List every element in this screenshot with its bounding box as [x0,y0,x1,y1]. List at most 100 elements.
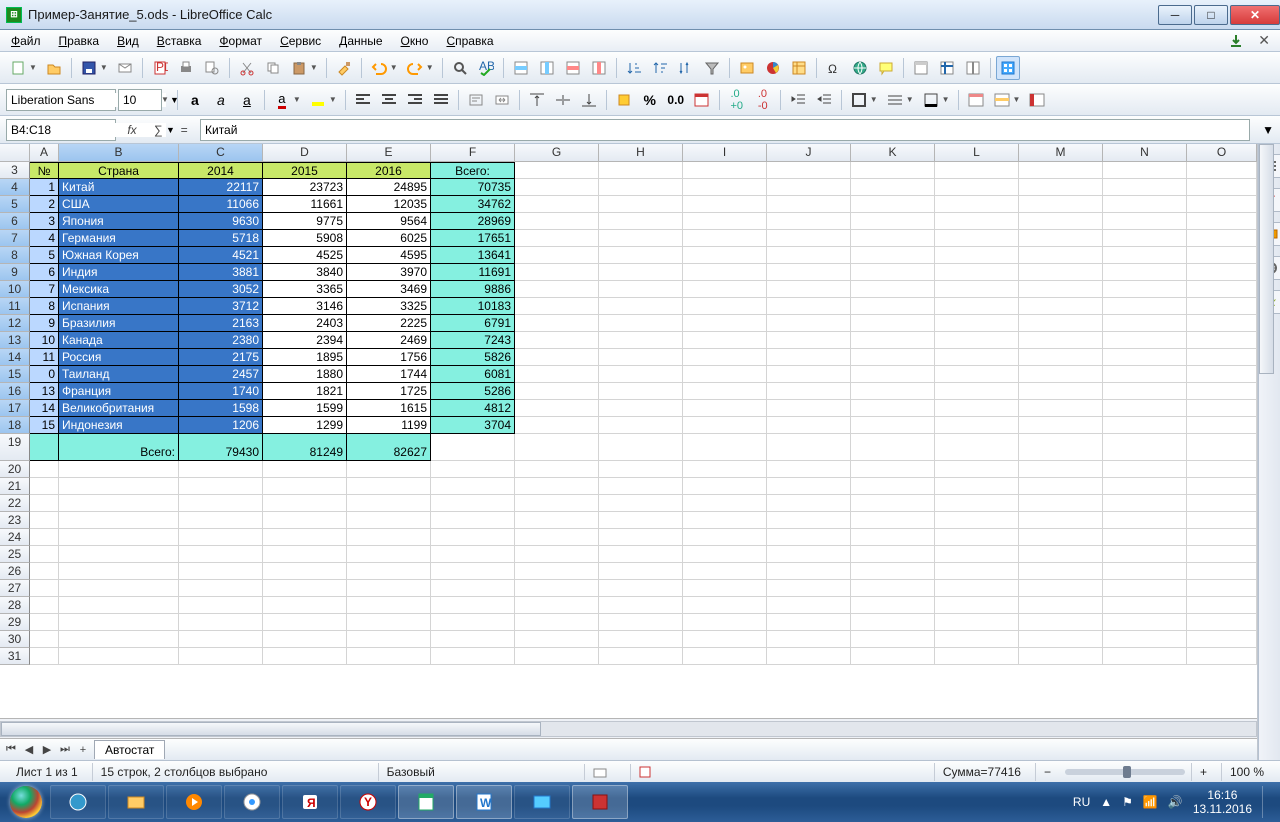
taskbar-word[interactable]: W [456,785,512,819]
border-color-button[interactable] [919,88,943,112]
cell[interactable] [1019,631,1103,648]
status-sum[interactable]: Сумма=77416 [934,763,1029,781]
cell[interactable] [179,563,263,580]
cell[interactable] [599,478,683,495]
cell[interactable] [1019,315,1103,332]
row-header[interactable]: 31 [0,648,30,665]
cell[interactable] [1187,383,1257,400]
cell[interactable]: 1199 [347,417,431,434]
cell[interactable]: Бразилия [59,315,179,332]
cell[interactable]: 23723 [263,179,347,196]
cell[interactable]: 1744 [347,366,431,383]
cell[interactable]: 17651 [431,230,515,247]
col-header-O[interactable]: O [1187,144,1257,161]
cell[interactable]: Франция [59,383,179,400]
cell[interactable]: 15 [30,417,59,434]
cell[interactable]: 6 [30,264,59,281]
cell[interactable] [935,495,1019,512]
cell[interactable]: 3970 [347,264,431,281]
cell[interactable] [851,434,935,461]
cell[interactable] [30,546,59,563]
cell[interactable]: 13 [30,383,59,400]
cell[interactable]: 2394 [263,332,347,349]
close-doc-button[interactable]: ✕ [1252,32,1276,49]
vscroll-thumb[interactable] [1259,144,1274,374]
remove-decimal-button[interactable]: .0-0 [751,88,775,112]
cell[interactable] [1187,230,1257,247]
cell[interactable] [683,434,767,461]
col-header-J[interactable]: J [767,144,851,161]
cell[interactable] [179,461,263,478]
cell[interactable] [1187,264,1257,281]
close-button[interactable]: ✕ [1230,5,1280,25]
cell[interactable] [1103,400,1187,417]
cell[interactable]: 3 [30,213,59,230]
cell[interactable] [935,417,1019,434]
cell[interactable]: 2016 [347,162,431,179]
cell[interactable]: 11661 [263,196,347,213]
number-button[interactable]: 0.0 [664,88,688,112]
cell[interactable] [599,495,683,512]
row-header[interactable]: 26 [0,563,30,580]
cell[interactable] [683,162,767,179]
taskbar-yandex-browser[interactable]: Y [340,785,396,819]
cell[interactable] [431,495,515,512]
sum-button[interactable]: ∑ [148,120,168,140]
cell[interactable]: 3469 [347,281,431,298]
cell[interactable]: 70735 [431,179,515,196]
taskbar-ie[interactable] [50,785,106,819]
cell[interactable] [683,247,767,264]
equals-button[interactable]: = [174,120,194,140]
cell[interactable] [683,383,767,400]
split-button[interactable] [961,56,985,80]
cell[interactable]: 22117 [179,179,263,196]
cell[interactable] [599,512,683,529]
cell[interactable] [515,230,599,247]
cell[interactable] [515,546,599,563]
cell[interactable] [767,563,851,580]
cell[interactable] [935,563,1019,580]
cell[interactable] [767,597,851,614]
align-right-button[interactable] [403,88,427,112]
cond-format-dropdown[interactable]: ▼ [1013,95,1021,104]
cell[interactable]: 5718 [179,230,263,247]
sort-desc-button[interactable] [648,56,672,80]
cell[interactable] [683,230,767,247]
cell[interactable] [851,349,935,366]
cell[interactable] [851,281,935,298]
cell[interactable] [1103,478,1187,495]
font-size-combo[interactable] [118,89,162,111]
cell[interactable] [515,512,599,529]
menu-view[interactable]: Вид [110,32,146,50]
cell[interactable] [935,366,1019,383]
cell[interactable]: 3146 [263,298,347,315]
delete-row-button[interactable] [561,56,585,80]
cell[interactable] [1019,614,1103,631]
taskbar-calc[interactable] [398,785,454,819]
cell[interactable] [59,546,179,563]
cell[interactable]: 11 [30,349,59,366]
cell[interactable] [599,383,683,400]
cell[interactable] [851,383,935,400]
cell[interactable] [1187,179,1257,196]
taskbar-explorer[interactable] [108,785,164,819]
cell[interactable] [767,298,851,315]
cell[interactable] [1103,529,1187,546]
cell[interactable] [347,512,431,529]
cell[interactable]: № [30,162,59,179]
cell[interactable] [683,315,767,332]
cell[interactable]: 9886 [431,281,515,298]
row-header[interactable]: 16 [0,383,30,400]
status-sig[interactable] [630,764,659,780]
redo-dropdown[interactable]: ▼ [426,63,434,72]
show-desktop[interactable] [1262,786,1272,818]
cell[interactable] [1187,529,1257,546]
cell[interactable]: 3052 [179,281,263,298]
col-header-M[interactable]: M [1019,144,1103,161]
cell[interactable] [599,631,683,648]
cell[interactable]: 6025 [347,230,431,247]
cell[interactable] [1019,580,1103,597]
cell[interactable] [1187,400,1257,417]
row-header[interactable]: 14 [0,349,30,366]
cell[interactable] [179,580,263,597]
